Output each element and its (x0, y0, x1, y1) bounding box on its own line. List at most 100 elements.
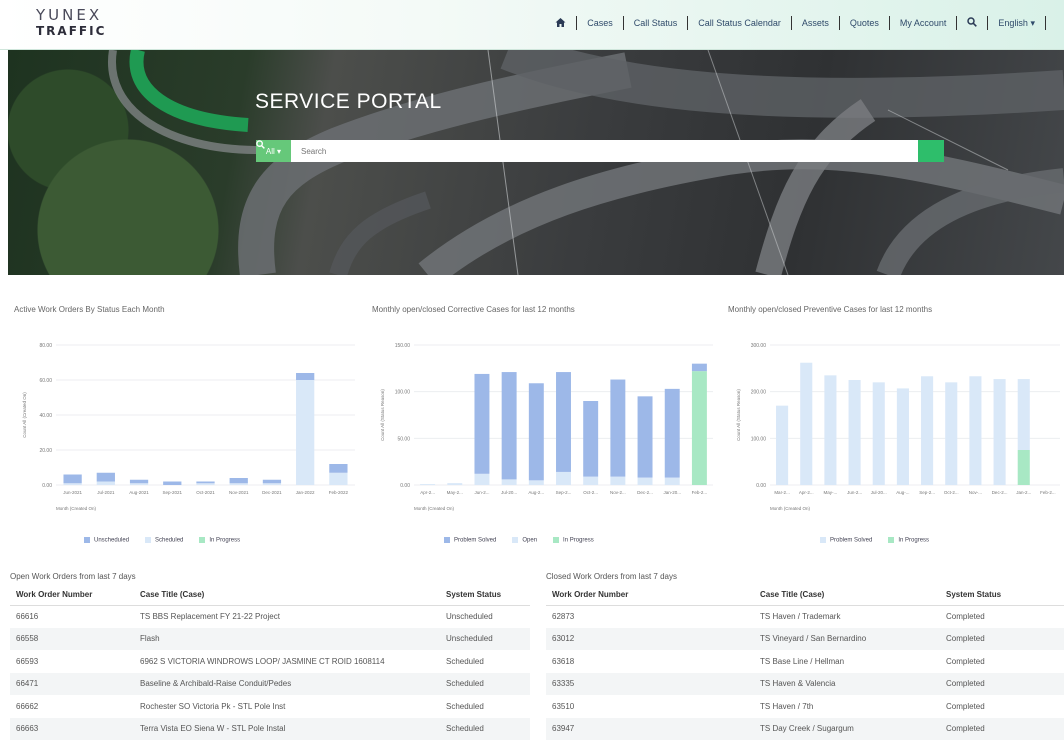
nav-assets[interactable]: Assets (802, 18, 829, 28)
work-order-number-cell[interactable]: 66593 (10, 650, 134, 673)
bar-problem-solved[interactable] (896, 388, 909, 485)
bar-problem-solved[interactable] (872, 382, 885, 485)
table-row[interactable]: 63618 TS Base Line / Hellman Completed (546, 650, 1064, 673)
table-row[interactable]: 66471 Baseline & Archibald-Raise Conduit/… (10, 672, 530, 695)
table-row[interactable]: 66616 TS BBS Replacement FY 21-22 Project… (10, 605, 530, 628)
bar-problem-solved[interactable] (556, 372, 571, 472)
bar-open[interactable] (637, 477, 653, 485)
bar-unscheduled[interactable] (196, 481, 215, 484)
table-row[interactable]: 62873 TS Haven / Trademark Completed (546, 605, 1064, 628)
work-order-number-cell[interactable]: 63012 (546, 627, 754, 650)
column-header[interactable]: Work Order Number (10, 585, 134, 606)
work-order-number-cell[interactable]: 63947 (546, 717, 754, 740)
table-row[interactable]: 63012 TS Vineyard / San Bernardino Complet… (546, 627, 1064, 650)
bar-in-progress[interactable] (1017, 450, 1030, 485)
legend-item[interactable]: Problem Solved (820, 537, 872, 544)
bar-unscheduled[interactable] (229, 478, 248, 484)
table-row[interactable]: 63947 TS Day Creek / Sugargum Completed (546, 717, 1064, 740)
work-order-number-cell[interactable]: 66662 (10, 695, 134, 718)
legend-item[interactable]: Unscheduled (84, 537, 129, 544)
bar-problem-solved[interactable] (501, 372, 517, 480)
nav-my-account[interactable]: My Account (900, 18, 947, 28)
bar-scheduled[interactable] (63, 483, 82, 485)
bar-scheduled[interactable] (296, 380, 315, 485)
bar-open[interactable] (556, 471, 571, 485)
bar-unscheduled[interactable] (163, 481, 182, 486)
bar-scheduled[interactable] (229, 483, 248, 485)
table-row[interactable]: 66663 Terra Vista EO Siena W - STL Pole I… (10, 717, 530, 740)
legend-item[interactable]: Scheduled (145, 537, 183, 544)
bar-problem-solved[interactable] (610, 379, 626, 477)
bar-scheduled[interactable] (329, 472, 348, 485)
legend-item[interactable]: In Progress (553, 537, 594, 544)
bar-unscheduled[interactable] (296, 373, 315, 380)
bar-unscheduled[interactable] (63, 474, 82, 484)
nav-call-status-calendar[interactable]: Call Status Calendar (698, 18, 781, 28)
work-order-number-cell[interactable]: 63510 (546, 695, 754, 718)
bar-problem-solved[interactable] (776, 405, 789, 485)
bar-problem-solved[interactable] (969, 376, 982, 485)
work-order-number-cell[interactable]: 66616 (10, 605, 134, 628)
work-order-number-cell[interactable]: 66663 (10, 717, 134, 740)
bar-open[interactable] (420, 484, 436, 485)
nav-call-status[interactable]: Call Status (634, 18, 678, 28)
bar-problem-solved[interactable] (848, 380, 861, 485)
bar-unscheduled[interactable] (329, 464, 348, 473)
table-row[interactable]: 66558 Flash Unscheduled (10, 627, 530, 650)
bar-problem-solved[interactable] (945, 382, 958, 485)
bar-scheduled[interactable] (262, 483, 282, 485)
bar-open[interactable] (528, 480, 544, 485)
legend-item[interactable]: In Progress (888, 537, 929, 544)
bar-problem-solved[interactable] (583, 401, 599, 477)
work-order-number-cell[interactable]: 63335 (546, 672, 754, 695)
nav-cases[interactable]: Cases (587, 18, 613, 28)
column-header[interactable]: Work Order Number (546, 585, 754, 606)
bar-problem-solved[interactable] (800, 362, 813, 485)
bar-cap[interactable] (691, 363, 707, 372)
legend-item[interactable]: Open (512, 537, 537, 544)
bar-unscheduled[interactable] (262, 479, 282, 484)
bar-problem-solved[interactable] (528, 383, 544, 481)
bar-problem-solved[interactable] (664, 388, 680, 478)
yunex-traffic-logo[interactable]: YUNEX TRAFFIC (36, 8, 106, 38)
table-row[interactable]: 66593 6962 S VICTORIA WINDROWS LOOP/ JASM… (10, 650, 530, 673)
bar-problem-solved[interactable] (824, 375, 837, 485)
legend-item[interactable]: In Progress (199, 537, 240, 544)
bar-in-progress[interactable] (691, 371, 707, 485)
work-order-number-cell[interactable]: 63618 (546, 650, 754, 673)
search-input[interactable] (291, 140, 918, 162)
work-order-number-cell[interactable]: 62873 (546, 605, 754, 628)
work-order-number-cell[interactable]: 66471 (10, 672, 134, 695)
bar-scheduled[interactable] (129, 483, 149, 485)
bar-scheduled[interactable] (196, 483, 215, 485)
page-title: SERVICE PORTAL (255, 90, 442, 113)
bar-unscheduled[interactable] (96, 472, 115, 482)
bar-scheduled[interactable] (96, 481, 115, 486)
search-icon[interactable] (967, 17, 978, 29)
bar-open[interactable] (447, 483, 463, 485)
nav-quotes[interactable]: Quotes (850, 18, 879, 28)
table-row[interactable]: 63335 TS Haven & Valencia Completed (546, 672, 1064, 695)
table-row[interactable]: 63510 TS Haven / 7th Completed (546, 695, 1064, 718)
bar-open[interactable] (474, 473, 490, 485)
column-header[interactable]: Case Title (Case) (134, 585, 440, 606)
column-header[interactable]: Case Title (Case) (754, 585, 940, 606)
bar-open[interactable] (610, 476, 626, 485)
column-header[interactable]: System Status (940, 585, 1064, 606)
bar-problem-solved[interactable] (921, 376, 934, 485)
bar-problem-solved[interactable] (474, 373, 490, 474)
language-select[interactable]: English ▾ (998, 18, 1035, 29)
bar-open[interactable] (501, 479, 517, 485)
home-icon[interactable] (555, 17, 566, 30)
bar-problem-solved[interactable] (993, 379, 1006, 485)
table-row[interactable]: 66662 Rochester SO Victoria Pk - STL Pole… (10, 695, 530, 718)
bar-open[interactable] (583, 476, 599, 485)
bar-problem-solved[interactable] (1017, 379, 1030, 450)
bar-unscheduled[interactable] (129, 479, 149, 484)
column-header[interactable]: System Status (440, 585, 530, 606)
bar-problem-solved[interactable] (637, 396, 653, 478)
bar-open[interactable] (664, 477, 680, 485)
search-button[interactable] (256, 140, 944, 162)
legend-item[interactable]: Problem Solved (444, 537, 496, 544)
work-order-number-cell[interactable]: 66558 (10, 627, 134, 650)
